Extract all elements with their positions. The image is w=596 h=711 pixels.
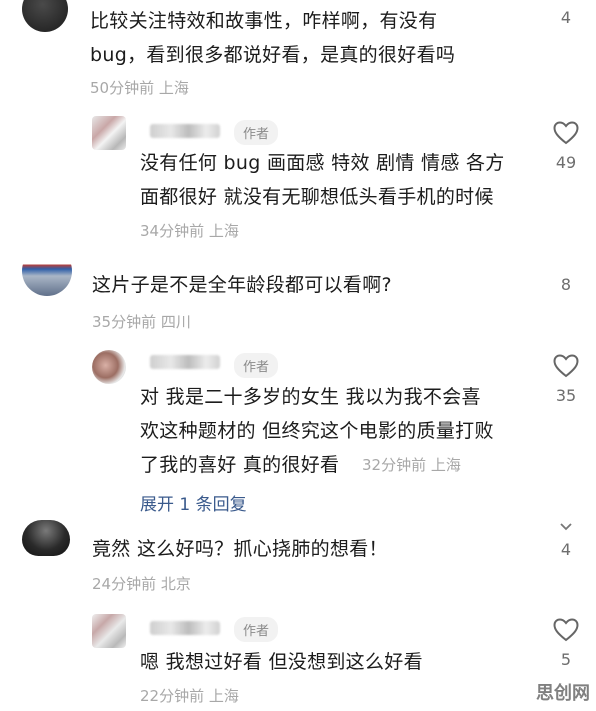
avatar[interactable] [22,0,68,32]
like-count: 49 [555,153,577,172]
heart-outline-icon[interactable] [553,121,579,145]
avatar[interactable] [92,614,126,648]
like-count: 8 [560,275,572,294]
comment-text-line: 比较关注特效和故事性，咋样啊，有没有 [90,10,438,32]
comment-text-line: 面都很好 就没有无聊想低头看手机的时候 [140,186,494,208]
comment-meta: 35分钟前 四川 [92,313,191,331]
comment-text-line: 欢这种题材的 但终究这个电影的质量打败 [140,420,494,442]
avatar[interactable] [22,520,70,556]
expand-replies-link[interactable]: 展开 1 条回复 [140,490,247,515]
heart-outline-icon[interactable] [553,354,579,378]
comment-text-line: 没有任何 bug 画面感 特效 剧情 情感 各方 [140,152,505,174]
avatar[interactable] [92,116,126,150]
avatar[interactable] [22,246,72,296]
comment-text-line: bug，看到很多都说好看，是真的很好看吗 [90,44,456,66]
author-name-blurred [150,355,220,369]
comment-meta: 22分钟前 上海 [140,687,239,705]
comment-text-line: 竟然 这么好吗？抓心挠肺的想看！ [92,538,388,560]
comment-text-line: 嗯 我想过好看 但没想到这么好看 [140,651,423,673]
like-count: 35 [555,386,577,405]
like-count: 5 [560,650,572,669]
comment-text-line: 了我的喜好 真的很好看 [140,454,340,476]
author-badge: 作者 [234,353,279,378]
like-count: 4 [560,8,572,27]
comment-text-line: 这片子是不是全年龄段都可以看啊? [92,274,392,296]
author-badge: 作者 [234,120,279,145]
heart-outline-icon[interactable] [553,618,579,642]
author-badge: 作者 [234,617,279,642]
comment-meta: 32分钟前 上海 [362,456,461,474]
chevron-down-icon[interactable] [559,521,573,531]
comment-meta: 50分钟前 上海 [90,79,189,97]
comment-text-line: 对 我是二十多岁的女生 我以为我不会喜 [140,386,481,408]
author-name-blurred [150,621,220,635]
like-count: 4 [560,540,572,559]
watermark: 思创网 [536,683,590,704]
author-name-blurred [150,124,220,138]
comment-meta: 34分钟前 上海 [140,222,239,240]
comment-meta: 24分钟前 北京 [92,575,191,593]
avatar[interactable] [92,350,126,384]
